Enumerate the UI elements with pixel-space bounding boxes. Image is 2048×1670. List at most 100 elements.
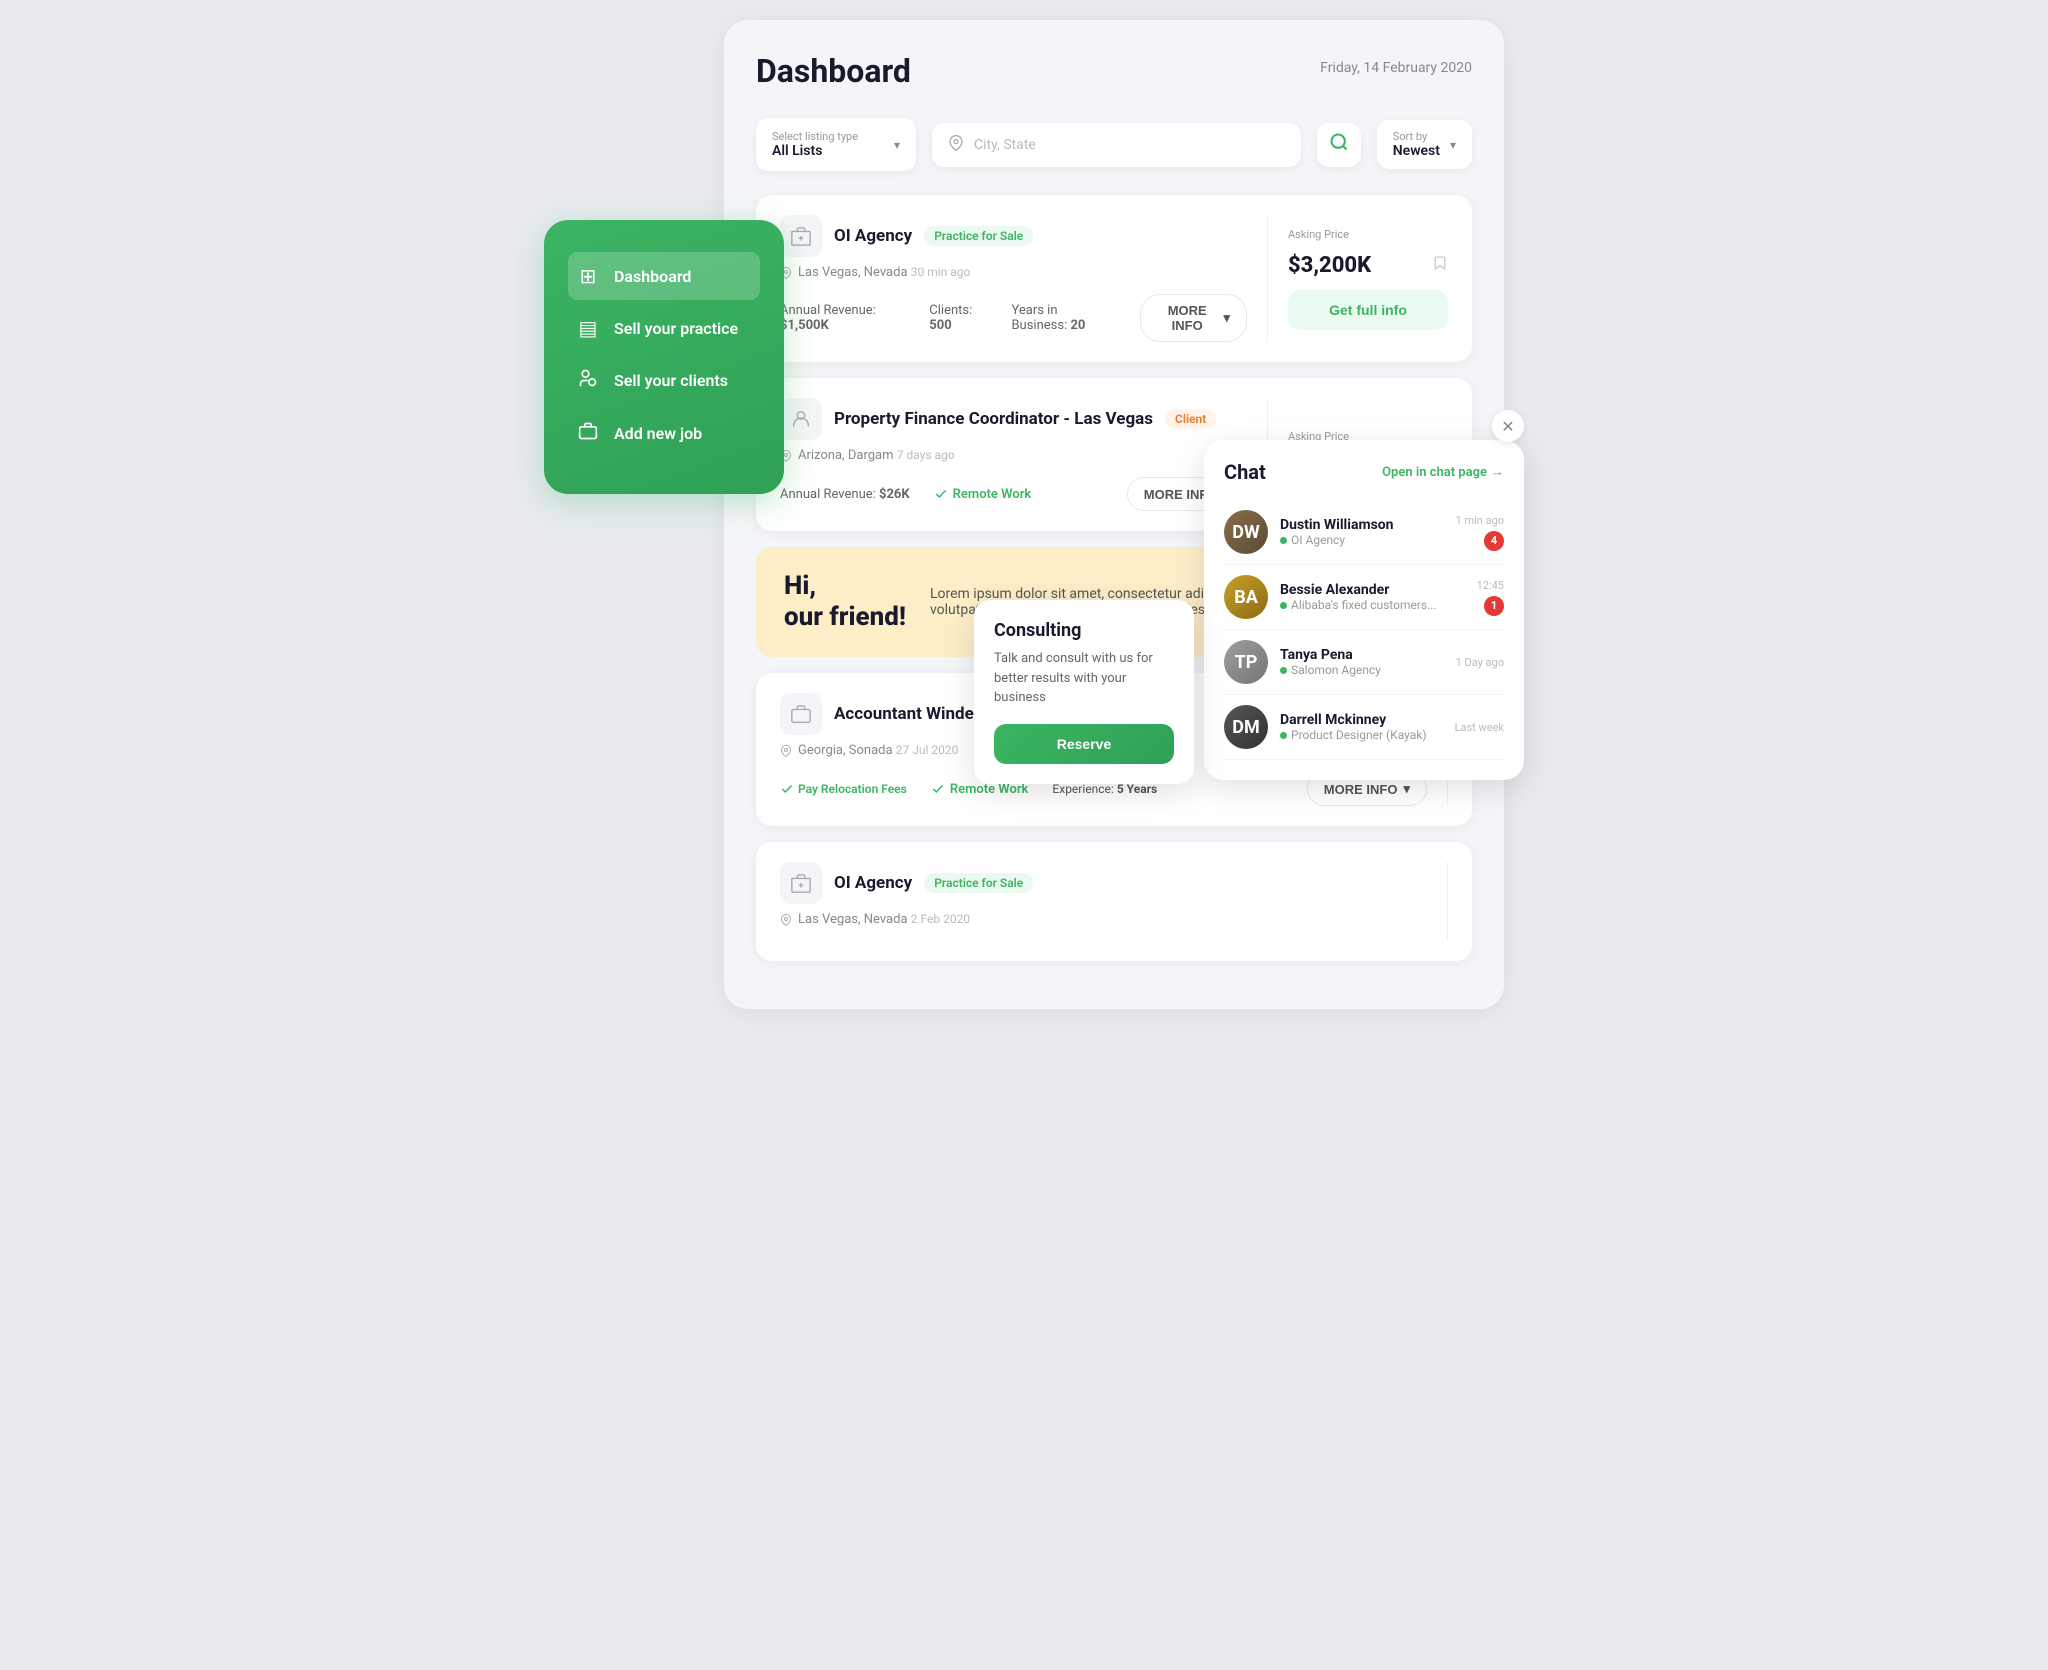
dashboard-header: Dashboard Friday, 14 February 2020: [756, 52, 1472, 90]
sell-practice-icon: ▤: [576, 316, 600, 340]
listing-title-1: OI Agency: [834, 226, 912, 246]
revenue-label-2: Annual Revenue: $26K: [780, 487, 910, 502]
sort-value: Newest: [1393, 143, 1440, 159]
unread-badge-dustin: 4: [1484, 531, 1504, 551]
chevron-down-icon: ▾: [1223, 310, 1230, 326]
sidebar-item-dashboard[interactable]: ⊞ Dashboard: [568, 252, 760, 300]
city-placeholder: City, State: [974, 137, 1285, 153]
pay-relocation-badge: Pay Relocation Fees: [780, 782, 907, 796]
revenue-label-1: Annual Revenue: $1,500K: [780, 303, 905, 333]
chat-meta-dustin: 1 min ago 4: [1456, 514, 1504, 551]
listing-header-2: Property Finance Coordinator - Las Vegas…: [780, 398, 1247, 440]
get-full-info-button-1[interactable]: Get full info: [1288, 290, 1448, 330]
sidebar-label-dashboard: Dashboard: [614, 267, 691, 286]
online-dot-tanya: [1280, 667, 1287, 674]
clients-label-1: Clients: 500: [929, 303, 987, 333]
chat-name-dustin: Dustin Williamson: [1280, 517, 1444, 533]
chat-sub-bessie: Alibaba's fixed customers...: [1280, 598, 1465, 612]
consulting-title: Consulting: [994, 620, 1174, 641]
listing-icon-3: [780, 693, 822, 735]
listing-badge-1: Practice for Sale: [924, 226, 1033, 246]
chat-name-darrell: Darrell Mckinney: [1280, 712, 1443, 728]
chat-content-dustin: Dustin Williamson OI Agency: [1280, 517, 1444, 547]
sort-chevron-icon: ▾: [1450, 138, 1456, 152]
sidebar-item-sell-clients[interactable]: Sell your clients: [568, 356, 760, 405]
chat-time-bessie: 12:45: [1477, 579, 1504, 592]
sell-clients-icon: [576, 368, 600, 393]
unread-badge-bessie: 1: [1484, 596, 1504, 616]
listing-main-4: OI Agency Practice for Sale Las Vegas, N…: [780, 862, 1448, 941]
price-amount-1: $3,200K: [1288, 253, 1371, 278]
listing-header-1: OI Agency Practice for Sale: [780, 215, 1247, 257]
bookmark-icon-1[interactable]: [1432, 255, 1448, 275]
listing-location-text-4: Las Vegas, Nevada 2 Feb 2020: [798, 912, 970, 927]
sort-content: Sort by Newest: [1393, 130, 1440, 159]
chat-meta-bessie: 12:45 1: [1477, 579, 1504, 616]
chat-sub-tanya: Salomon Agency: [1280, 663, 1444, 677]
promo-title: Hi,our friend!: [784, 571, 906, 633]
experience-badge: Experience: 5 Years: [1052, 782, 1157, 796]
remote-badge-3: Remote Work: [931, 782, 1029, 797]
listing-location-4: Las Vegas, Nevada 2 Feb 2020: [780, 912, 1427, 927]
chat-title: Chat: [1224, 460, 1266, 484]
listing-type-content: Select listing type All Lists: [772, 130, 886, 159]
chat-item-tanya[interactable]: TP Tanya Pena Salomon Agency 1 Day ago: [1224, 630, 1504, 695]
listing-stats-1: Annual Revenue: $1,500K Clients: 500 Yea…: [780, 294, 1247, 342]
price-row-1: $3,200K: [1288, 253, 1448, 278]
home-icon: ⊞: [576, 264, 600, 288]
chat-time-darrell: Last week: [1455, 721, 1504, 734]
location-search-wrap[interactable]: City, State: [932, 123, 1301, 167]
avatar-dustin: DW: [1224, 510, 1268, 554]
sidebar-label-add-job: Add new job: [614, 424, 702, 443]
sidebar: ⊞ Dashboard ▤ Sell your practice Sell yo…: [544, 220, 784, 494]
listing-type-label: Select listing type: [772, 130, 886, 143]
listing-location-text-1: Las Vegas, Nevada 30 min ago: [798, 265, 970, 280]
consulting-text: Talk and consult with us for better resu…: [994, 649, 1174, 708]
sidebar-item-sell-practice[interactable]: ▤ Sell your practice: [568, 304, 760, 352]
chat-content-bessie: Bessie Alexander Alibaba's fixed custome…: [1280, 582, 1465, 612]
title-section: Dashboard: [756, 52, 911, 90]
listing-title-3: Accountant Windess: [834, 704, 991, 724]
online-dot-darrell: [1280, 732, 1287, 739]
filters-row: Select listing type All Lists ▾ City, St…: [756, 118, 1472, 171]
chevron-down-icon: ▾: [894, 138, 900, 152]
chat-panel: ✕ Chat Open in chat page → DW Dustin Wil…: [1204, 440, 1524, 780]
chat-meta-tanya: 1 Day ago: [1456, 656, 1504, 669]
listing-card-4: OI Agency Practice for Sale Las Vegas, N…: [756, 842, 1472, 961]
sort-dropdown[interactable]: Sort by Newest ▾: [1377, 120, 1472, 169]
reserve-button[interactable]: Reserve: [994, 724, 1174, 764]
chat-item-darrell[interactable]: DM Darrell Mckinney Product Designer (Ka…: [1224, 695, 1504, 760]
more-info-button-1[interactable]: MORE INFO ▾: [1140, 294, 1247, 342]
avatar-tanya: TP: [1224, 640, 1268, 684]
listing-location-2: Arizona, Dargam 7 days ago: [780, 448, 1247, 463]
chat-item-dustin[interactable]: DW Dustin Williamson OI Agency 1 min ago…: [1224, 500, 1504, 565]
search-icon: [1329, 132, 1349, 157]
listing-location-1: Las Vegas, Nevada 30 min ago: [780, 265, 1247, 280]
listing-icon-2: [780, 398, 822, 440]
chat-sub-darrell: Product Designer (Kayak): [1280, 728, 1443, 742]
chat-name-bessie: Bessie Alexander: [1280, 582, 1465, 598]
chat-meta-darrell: Last week: [1455, 721, 1504, 734]
listing-icon-1: [780, 215, 822, 257]
chat-sub-dustin: OI Agency: [1280, 533, 1444, 547]
chevron-down-icon: ▾: [1403, 781, 1410, 797]
listing-type-dropdown[interactable]: Select listing type All Lists ▾: [756, 118, 916, 171]
chat-time-tanya: 1 Day ago: [1456, 656, 1504, 669]
search-button[interactable]: [1317, 123, 1361, 167]
listing-icon-4: [780, 862, 822, 904]
consulting-popup: Consulting Talk and consult with us for …: [974, 600, 1194, 784]
sidebar-label-sell-clients: Sell your clients: [614, 371, 728, 390]
close-chat-button[interactable]: ✕: [1492, 410, 1524, 442]
listing-main-1: OI Agency Practice for Sale Las Vegas, N…: [780, 215, 1268, 342]
remote-badge-2: Remote Work: [934, 487, 1032, 502]
page-title: Dashboard: [756, 52, 911, 90]
chat-item-bessie[interactable]: BA Bessie Alexander Alibaba's fixed cust…: [1224, 565, 1504, 630]
location-icon: [948, 135, 964, 155]
open-chat-link[interactable]: Open in chat page →: [1382, 464, 1504, 480]
listing-type-value: All Lists: [772, 143, 886, 159]
sidebar-item-add-job[interactable]: Add new job: [568, 409, 760, 458]
promo-content: Hi,our friend!: [784, 571, 906, 633]
page-wrapper: ⊞ Dashboard ▤ Sell your practice Sell yo…: [544, 20, 1504, 880]
date-display: Friday, 14 February 2020: [1320, 60, 1472, 76]
listing-price-panel-1: Asking Price $3,200K Get full info: [1268, 215, 1448, 342]
